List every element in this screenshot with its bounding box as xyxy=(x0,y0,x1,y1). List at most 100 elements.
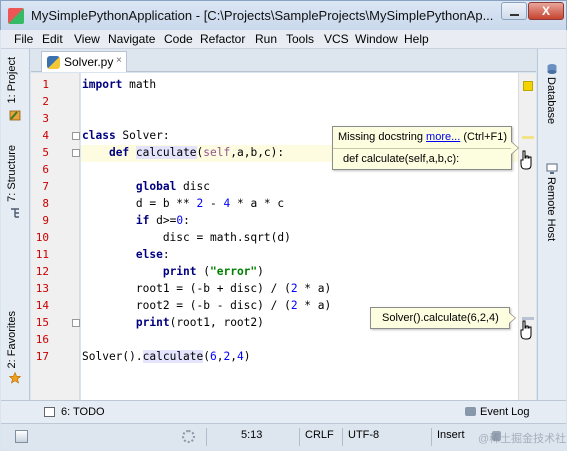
favorites-tool-tab[interactable]: 2: Favorites xyxy=(6,311,18,368)
code-line-9: d = b ** 2 - 4 * a * c xyxy=(82,197,285,210)
code-line-4: class Solver: xyxy=(82,129,170,142)
structure-tool-tab[interactable]: 7: Structure xyxy=(6,145,18,202)
line-number: 5 xyxy=(42,146,49,159)
menu-tools[interactable]: Tools xyxy=(286,32,314,46)
menu-file[interactable]: File xyxy=(14,32,33,46)
line-number: 7 xyxy=(42,180,49,193)
todo-icon xyxy=(44,407,55,417)
encoding-selector[interactable]: UTF-8 xyxy=(348,429,379,441)
tab-label: Solver.py xyxy=(64,55,114,69)
editor-tab-row: Solver.py × xyxy=(31,49,536,72)
tooltip-pointer-fill xyxy=(511,142,518,154)
code-editor[interactable]: import math class Solver: def calculate(… xyxy=(81,73,518,400)
code-line-17: Solver().calculate(6,2,4) xyxy=(82,350,251,363)
caret-position[interactable]: 5:13 xyxy=(241,429,262,441)
hand-cursor-icon xyxy=(520,320,532,340)
event-log-tool-tab[interactable]: Event Log xyxy=(480,406,530,418)
insert-mode[interactable]: Insert xyxy=(437,429,465,441)
line-number: 11 xyxy=(35,248,49,261)
left-tool-strip: 1: Project 7: Structure 2: Favorites xyxy=(1,49,30,400)
database-icon xyxy=(547,64,557,74)
line-number: 3 xyxy=(42,112,49,125)
error-stripe[interactable] xyxy=(518,73,536,400)
line-number: 13 xyxy=(35,282,49,295)
project-icon xyxy=(9,110,21,121)
structure-icon xyxy=(11,208,19,218)
call-tooltip: Solver().calculate(6,2,4) xyxy=(370,307,516,329)
line-number: 16 xyxy=(35,333,49,346)
status-divider xyxy=(299,428,300,446)
line-number: 1 xyxy=(42,78,49,91)
tooltip-message: Missing docstring more... (Ctrl+F1) xyxy=(338,131,508,143)
status-divider xyxy=(206,428,207,446)
line-number: 2 xyxy=(42,95,49,108)
menu-refactor[interactable]: Refactor xyxy=(200,32,245,46)
app-icon xyxy=(8,8,24,24)
star-icon xyxy=(9,372,21,384)
line-number: 14 xyxy=(35,299,49,312)
background-tasks-icon[interactable] xyxy=(182,430,195,443)
line-number: 17 xyxy=(35,350,49,363)
line-number: 10 xyxy=(35,231,49,244)
fold-marker-icon[interactable] xyxy=(72,132,80,140)
hand-cursor-icon xyxy=(520,150,532,170)
database-tool-tab[interactable]: Database xyxy=(545,77,557,124)
minimize-button[interactable] xyxy=(501,2,527,20)
line-number: 8 xyxy=(42,197,49,210)
remote-host-icon xyxy=(546,163,558,174)
menu-help[interactable]: Help xyxy=(404,32,429,46)
line-number: 9 xyxy=(42,214,49,227)
code-line-11: disc = math.sqrt(d) xyxy=(82,231,291,244)
line-number-gutter: 1 2 3 4 5 6 7 8 9 10 11 12 13 14 15 16 1… xyxy=(31,73,80,400)
code-line-12: else: xyxy=(135,248,170,261)
bottom-tool-bar: 6: TODO Event Log xyxy=(1,400,566,423)
menu-view[interactable]: View xyxy=(74,32,100,46)
title-bar: MySimplePythonApplication - [C:\Projects… xyxy=(0,0,567,30)
right-tool-strip: Database Remote Host xyxy=(537,49,566,400)
warning-mark[interactable] xyxy=(522,136,534,139)
line-separator-selector[interactable]: CRLF xyxy=(305,429,334,441)
project-tool-tab[interactable]: 1: Project xyxy=(6,57,18,103)
code-line-8: global disc xyxy=(135,180,210,193)
tooltip-call-text: Solver().calculate(6,2,4) xyxy=(382,312,499,324)
fold-marker-icon[interactable] xyxy=(72,319,80,327)
menu-window[interactable]: Window xyxy=(355,32,398,46)
fold-marker-icon[interactable] xyxy=(72,149,80,157)
status-bar: 5:13 CRLF UTF-8 Insert @稀土掘金技术社区 xyxy=(1,423,567,450)
line-number: 12 xyxy=(35,265,49,278)
menu-navigate[interactable]: Navigate xyxy=(108,32,155,46)
tooltip-divider xyxy=(333,148,511,149)
tooltip-pointer-fill xyxy=(509,313,515,323)
event-log-icon xyxy=(465,407,476,416)
code-line-16: print(root1, root2) xyxy=(135,316,264,329)
watermark: @稀土掘金技术社区 xyxy=(478,433,567,445)
tab-solver-py[interactable]: Solver.py × xyxy=(41,51,127,72)
menu-run[interactable]: Run xyxy=(255,32,277,46)
todo-tool-tab[interactable]: 6: TODO xyxy=(61,406,105,418)
code-line-13: print ("error") xyxy=(162,265,264,278)
menu-bar: File Edit View Navigate Code Refactor Ru… xyxy=(1,30,566,49)
missing-docstring-tooltip: Missing docstring more... (Ctrl+F1) def … xyxy=(332,126,519,170)
code-line-14: root1 = (-b + disc) / (2 * a) xyxy=(82,282,332,295)
menu-code[interactable]: Code xyxy=(164,32,193,46)
line-number: 15 xyxy=(35,316,49,329)
code-line-1: import math xyxy=(82,78,157,91)
line-number: 4 xyxy=(42,129,49,142)
tooltip-signature: def calculate(self,a,b,c): xyxy=(343,153,460,165)
code-line-10: if d>=0: xyxy=(135,214,190,227)
status-divider xyxy=(342,428,343,446)
status-divider xyxy=(431,428,432,446)
code-line-5: def calculate(self,a,b,c): xyxy=(108,146,285,159)
more-link[interactable]: more... xyxy=(426,131,460,143)
line-number: 6 xyxy=(42,163,49,176)
python-file-icon xyxy=(47,56,60,69)
tab-close-icon[interactable]: × xyxy=(116,55,122,66)
close-button[interactable]: X xyxy=(528,2,564,20)
window-title: MySimplePythonApplication - [C:\Projects… xyxy=(31,8,494,23)
tool-windows-toggle-icon[interactable] xyxy=(15,430,28,443)
menu-edit[interactable]: Edit xyxy=(42,32,63,46)
inspection-status-icon[interactable] xyxy=(523,81,533,91)
code-line-15: root2 = (-b - disc) / (2 * a) xyxy=(82,299,332,312)
remote-host-tool-tab[interactable]: Remote Host xyxy=(545,177,557,241)
menu-vcs[interactable]: VCS xyxy=(324,32,349,46)
